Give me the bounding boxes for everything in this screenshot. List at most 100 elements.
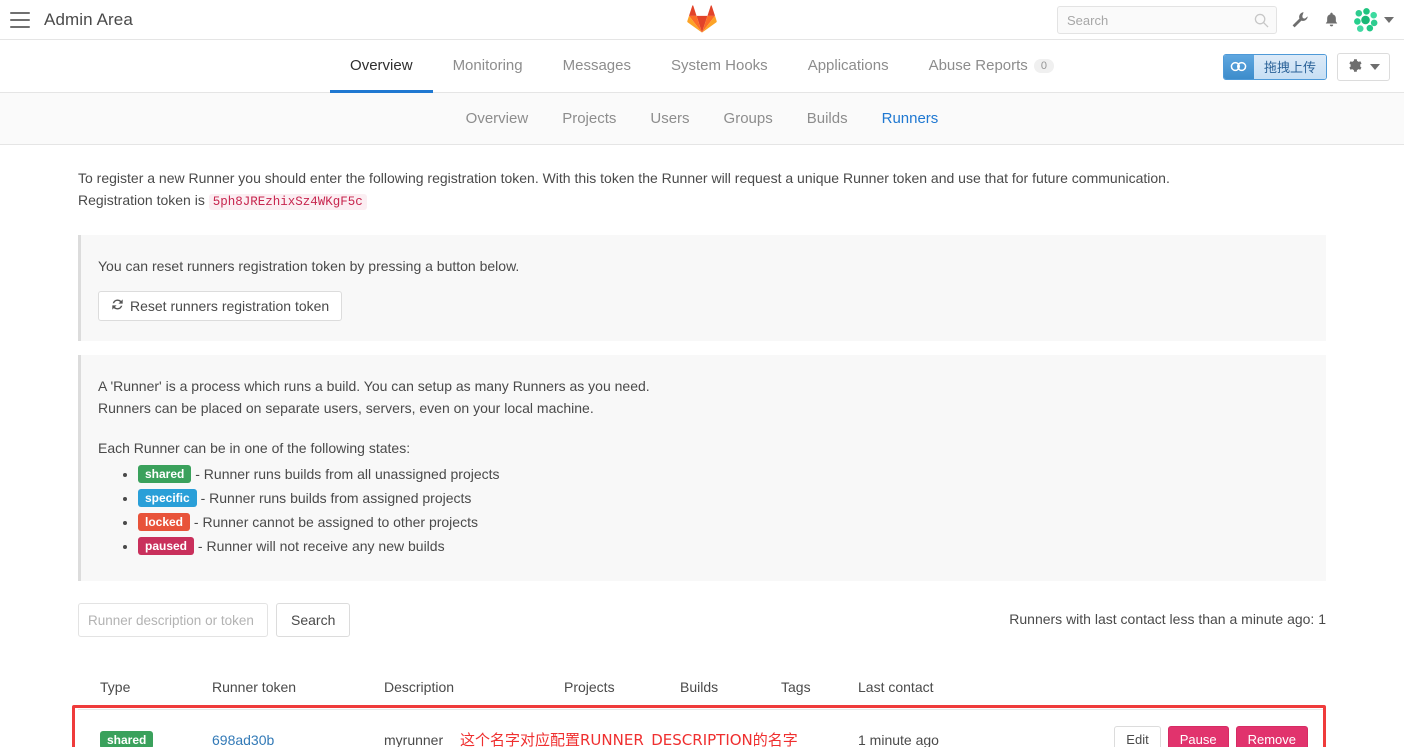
- top-bar-right: [1057, 0, 1394, 40]
- cell-builds: [680, 710, 781, 747]
- wrench-icon[interactable]: [1291, 11, 1309, 29]
- intro-line-2: Registration token is 5ph8JREzhixSz4WKgF…: [78, 189, 1326, 213]
- registration-intro: To register a new Runner you should ente…: [78, 167, 1326, 213]
- drag-upload-label: 拖拽上传: [1253, 54, 1326, 79]
- edit-runner-button[interactable]: Edit: [1114, 726, 1161, 747]
- reset-runners-registration-token-button[interactable]: Reset runners registration token: [98, 291, 343, 321]
- state-description: - Runner runs builds from assigned proje…: [200, 490, 472, 506]
- gitlab-tanuki-logo[interactable]: [685, 2, 719, 36]
- table-header-row: Type Runner token Description Projects B…: [78, 669, 1326, 710]
- chevron-down-icon: [1370, 63, 1380, 70]
- state-description: - Runner cannot be assigned to other pro…: [193, 514, 478, 530]
- table-body: shared 698ad30b myrunner 1 minute ago Ed…: [78, 710, 1326, 747]
- subtab-runners[interactable]: Runners: [865, 110, 956, 127]
- column-header-type: Type: [78, 669, 212, 710]
- cell-tags: [781, 710, 858, 747]
- user-menu[interactable]: [1354, 8, 1394, 32]
- search-input[interactable]: [1058, 7, 1276, 33]
- top-bar: Admin Area: [0, 0, 1404, 40]
- tab-abuse-reports[interactable]: Abuse Reports 0: [909, 41, 1074, 93]
- tab-label: Overview: [350, 57, 413, 74]
- runner-token-link[interactable]: 698ad30b: [212, 732, 274, 747]
- cell-actions: Edit Pause Remove: [1108, 710, 1326, 747]
- runner-info-panel: A 'Runner' is a process which runs a bui…: [78, 355, 1326, 581]
- row-action-buttons: Edit Pause Remove: [1114, 726, 1308, 747]
- runners-table: Type Runner token Description Projects B…: [78, 669, 1326, 747]
- subtab-groups[interactable]: Groups: [707, 110, 790, 127]
- status-badge-specific: specific: [138, 489, 197, 507]
- status-badge-locked: locked: [138, 513, 191, 531]
- runners-table-wrap: Type Runner token Description Projects B…: [72, 669, 1326, 747]
- column-header-actions: [1108, 669, 1326, 710]
- column-header-runner-token: Runner token: [212, 669, 384, 710]
- main-nav-tabs: Overview Monitoring Messages System Hook…: [330, 40, 1074, 93]
- drag-upload-button[interactable]: 拖拽上传: [1222, 53, 1327, 80]
- tab-label: System Hooks: [670, 57, 768, 74]
- tab-monitoring[interactable]: Monitoring: [433, 41, 543, 93]
- runner-search-input[interactable]: [78, 603, 268, 637]
- cell-type: shared: [78, 710, 212, 747]
- intro-line-1: To register a new Runner you should ente…: [78, 170, 1170, 186]
- list-item: paused - Runner will not receive any new…: [138, 537, 1326, 555]
- list-item: shared - Runner runs builds from all una…: [138, 465, 1326, 483]
- hamburger-menu-icon[interactable]: [10, 11, 30, 28]
- gitlab-logo-svg: [687, 5, 717, 33]
- search-icon: [1254, 13, 1269, 31]
- runner-search-button[interactable]: Search: [276, 603, 351, 637]
- subtab-projects[interactable]: Projects: [545, 110, 633, 127]
- status-badge-shared: shared: [138, 465, 192, 483]
- abuse-reports-count-badge: 0: [1033, 58, 1054, 73]
- tab-label: Abuse Reports: [928, 57, 1028, 74]
- table-row: shared 698ad30b myrunner 1 minute ago Ed…: [78, 710, 1326, 747]
- column-header-tags: Tags: [781, 669, 858, 710]
- column-header-builds: Builds: [680, 669, 781, 710]
- tab-applications[interactable]: Applications: [788, 41, 909, 93]
- info-line-2: Runners can be placed on separate users,…: [98, 400, 594, 416]
- main-nav-right: 拖拽上传: [1222, 40, 1390, 93]
- column-header-projects: Projects: [564, 669, 680, 710]
- cell-description: myrunner: [384, 731, 444, 747]
- cell-last-contact: 1 minute ago: [858, 731, 939, 747]
- status-badge-shared: shared: [100, 730, 154, 747]
- subtab-builds[interactable]: Builds: [790, 110, 865, 127]
- cell-projects: [564, 710, 680, 747]
- list-item: specific - Runner runs builds from assig…: [138, 489, 1326, 507]
- reset-token-panel: You can reset runners registration token…: [78, 235, 1326, 341]
- refresh-icon: [111, 298, 124, 314]
- chevron-down-icon: [1384, 17, 1394, 23]
- tab-messages[interactable]: Messages: [543, 41, 651, 93]
- tab-label: Monitoring: [452, 57, 523, 74]
- info-line-1: A 'Runner' is a process which runs a bui…: [98, 378, 650, 394]
- bell-icon[interactable]: [1323, 11, 1340, 29]
- state-description: - Runner runs builds from all unassigned…: [195, 466, 500, 482]
- global-search-box[interactable]: [1057, 6, 1277, 34]
- tab-label: Applications: [807, 57, 889, 74]
- tab-overview[interactable]: Overview: [330, 41, 433, 93]
- runner-filter-bar: Search Runners with last contact less th…: [78, 603, 1326, 637]
- tab-system-hooks[interactable]: System Hooks: [651, 41, 788, 93]
- pause-runner-button[interactable]: Pause: [1167, 726, 1229, 747]
- registration-token-label: Registration token is: [78, 192, 205, 208]
- subtab-overview[interactable]: Overview: [449, 110, 546, 127]
- gear-icon: [1347, 58, 1362, 76]
- reset-token-text: You can reset runners registration token…: [98, 258, 520, 274]
- registration-token-value[interactable]: 5ph8JREzhixSz4WKgF5c: [208, 194, 367, 210]
- tab-label: Messages: [562, 57, 631, 74]
- remove-runner-button[interactable]: Remove: [1235, 726, 1308, 747]
- page-title: Admin Area: [44, 9, 133, 29]
- subtab-users[interactable]: Users: [633, 110, 706, 127]
- runner-last-contact-count: Runners with last contact less than a mi…: [1009, 611, 1326, 627]
- column-header-description: Description: [384, 669, 564, 710]
- column-header-last-contact: Last contact: [858, 669, 1108, 710]
- table-head: Type Runner token Description Projects B…: [78, 669, 1326, 710]
- main-content: To register a new Runner you should ente…: [0, 145, 1404, 747]
- sub-navigation: Overview Projects Users Groups Builds Ru…: [0, 93, 1404, 145]
- state-description: - Runner will not receive any new builds: [197, 538, 445, 554]
- states-title: Each Runner can be in one of the followi…: [98, 440, 411, 456]
- cell-runner-token: 698ad30b: [212, 710, 384, 747]
- list-item: locked - Runner cannot be assigned to ot…: [138, 513, 1326, 531]
- avatar: [1354, 8, 1378, 32]
- main-navigation: Overview Monitoring Messages System Hook…: [0, 40, 1404, 93]
- settings-dropdown-button[interactable]: [1337, 52, 1390, 81]
- status-badge-paused: paused: [138, 537, 195, 555]
